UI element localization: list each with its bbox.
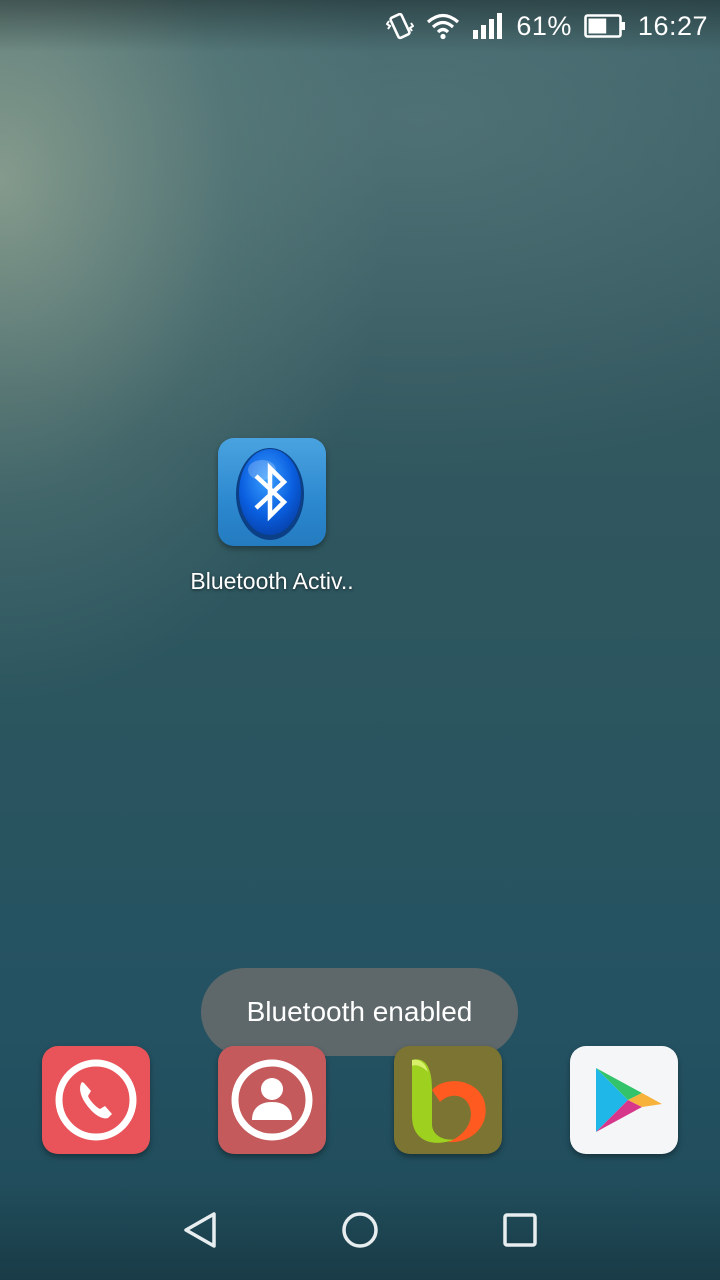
play-store-icon: [596, 1068, 662, 1132]
dock-play-store-app[interactable]: [570, 1046, 678, 1154]
dock-browser-app[interactable]: [394, 1046, 502, 1154]
clock: 16:27: [637, 10, 708, 41]
signal-icon: [472, 12, 504, 40]
toast-text: Bluetooth enabled: [246, 996, 473, 1027]
back-icon: [184, 1212, 216, 1248]
navigation-bar: [0, 1184, 720, 1280]
app-label: Bluetooth Activ..: [190, 568, 354, 594]
back-button[interactable]: [170, 1200, 230, 1260]
wifi-icon: [426, 12, 460, 40]
bluetooth-app-icon[interactable]: [218, 438, 326, 546]
contacts-icon: [231, 1059, 313, 1141]
vibrate-icon: [386, 12, 415, 40]
status-icons: 61% 16:27: [386, 8, 708, 44]
home-button[interactable]: [330, 1200, 390, 1260]
battery-fill: [588, 18, 607, 34]
status-bar: 61% 16:27: [0, 0, 720, 52]
battery-icon: [584, 12, 626, 40]
dock-phone-app[interactable]: [42, 1046, 150, 1154]
recent-apps-icon: [503, 1213, 537, 1247]
bluetooth-icon: [236, 448, 304, 540]
recent-apps-button[interactable]: [490, 1200, 550, 1260]
phone-icon: [55, 1059, 137, 1141]
browser-icon: [412, 1059, 486, 1143]
dock-contacts-app[interactable]: [218, 1046, 326, 1154]
app-bluetooth-activator[interactable]: Bluetooth Activ..: [170, 438, 374, 595]
home-icon: [342, 1212, 378, 1248]
toast-message: Bluetooth enabled: [201, 968, 518, 1056]
battery-percent: 61%: [516, 10, 572, 41]
